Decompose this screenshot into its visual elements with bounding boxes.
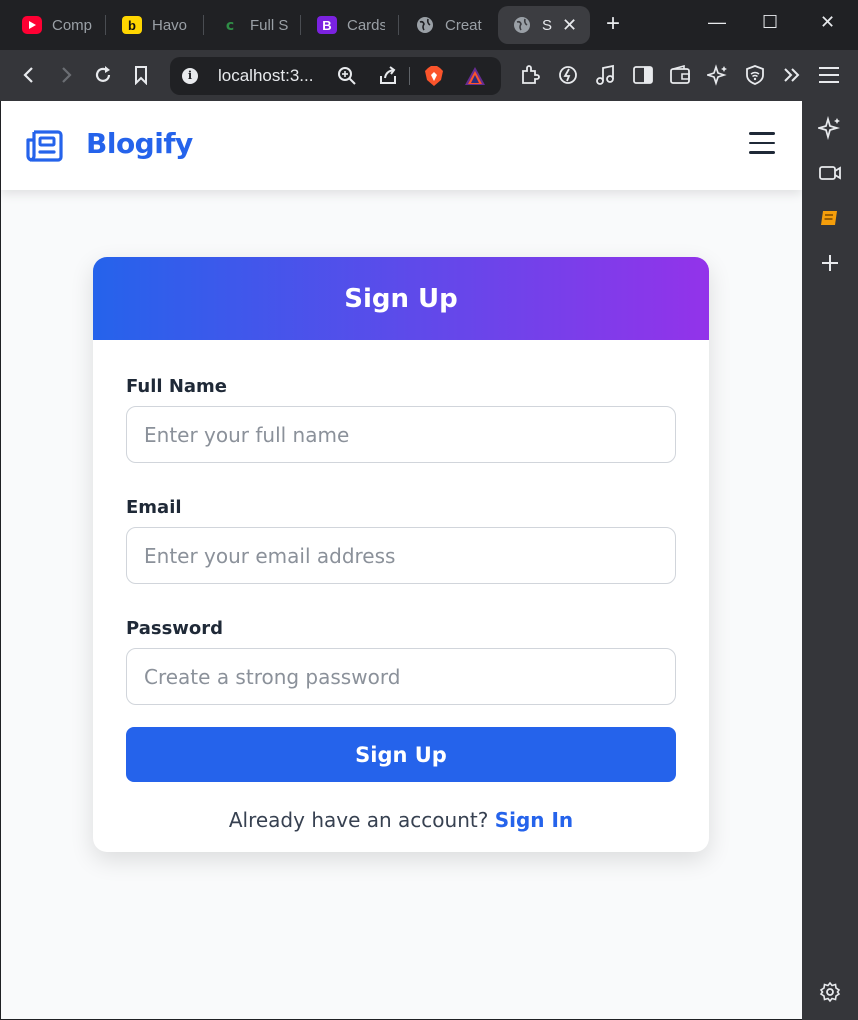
- geeksforgeeks-icon: 𝗰: [225, 16, 235, 33]
- music-icon[interactable]: [592, 62, 618, 88]
- bootstrap-icon: B: [317, 16, 337, 34]
- youtube-icon: [22, 16, 42, 34]
- signup-title: Sign Up: [344, 283, 458, 314]
- leo-icon[interactable]: [555, 62, 581, 88]
- add-panel-icon[interactable]: [817, 250, 843, 276]
- back-icon[interactable]: [16, 62, 42, 88]
- forward-icon[interactable]: [53, 62, 79, 88]
- browser-toolbar: i localhost:3...: [0, 50, 858, 101]
- brand-name[interactable]: Blogify: [86, 127, 193, 160]
- tab-separator: [203, 15, 204, 35]
- browser-tab-active[interactable]: S ✕: [498, 6, 590, 44]
- signup-card: Sign Up Full Name Email Password Sign Up…: [93, 257, 709, 852]
- omnibox-divider: [409, 67, 410, 85]
- ai-sparkle-icon[interactable]: [705, 62, 731, 88]
- browser-menu-icon[interactable]: [816, 62, 842, 88]
- page-viewport: Blogify Sign Up Full Name Email Password…: [1, 101, 802, 1019]
- close-icon[interactable]: ✕: [562, 15, 577, 36]
- tab-label: Havo: [152, 16, 188, 34]
- browser-tab[interactable]: b Havo: [122, 6, 194, 44]
- brave-shields-icon[interactable]: [421, 63, 447, 89]
- password-input[interactable]: [126, 648, 676, 705]
- tab-label: Cards: [347, 16, 385, 34]
- signup-submit-button[interactable]: Sign Up: [126, 727, 676, 782]
- settings-gear-icon[interactable]: [817, 979, 843, 1005]
- signin-prompt: Already have an account? Sign In: [126, 808, 676, 832]
- email-input[interactable]: [126, 527, 676, 584]
- browser-tab[interactable]: B Cards: [317, 6, 385, 44]
- full-name-input[interactable]: [126, 406, 676, 463]
- hamburger-menu-icon[interactable]: [749, 132, 775, 154]
- overflow-chevrons-icon[interactable]: [779, 62, 805, 88]
- password-label: Password: [126, 618, 224, 639]
- browser-side-panel: [802, 101, 858, 1020]
- signin-link[interactable]: Sign In: [495, 808, 573, 832]
- share-icon[interactable]: [375, 63, 401, 89]
- zoom-icon[interactable]: [334, 63, 360, 89]
- video-call-icon[interactable]: [817, 160, 843, 186]
- brave-rewards-icon[interactable]: [462, 63, 488, 89]
- browser-tab-strip: Comp b Havo 𝗰 Full S B Cards Creat S ✕ +…: [0, 0, 858, 50]
- new-tab-button[interactable]: +: [606, 12, 620, 36]
- full-name-label: Full Name: [126, 376, 227, 397]
- close-window-icon[interactable]: ✕: [820, 12, 835, 33]
- tab-label: Creat: [445, 16, 482, 34]
- browser-tab[interactable]: Creat: [415, 6, 483, 44]
- tab-label: Comp: [52, 16, 93, 34]
- maximize-icon[interactable]: ☐: [762, 12, 778, 33]
- reload-icon[interactable]: [90, 62, 116, 88]
- ai-sparkle-icon[interactable]: [817, 115, 843, 141]
- card-header: Sign Up: [93, 257, 709, 340]
- tab-label: Full S: [250, 16, 288, 34]
- wallet-icon[interactable]: [667, 62, 693, 88]
- extensions-icon[interactable]: [517, 62, 543, 88]
- vpn-shield-icon[interactable]: [742, 62, 768, 88]
- browser-tab[interactable]: Comp: [22, 6, 96, 44]
- globe-icon: [512, 16, 532, 34]
- url-text[interactable]: localhost:3...: [218, 66, 313, 86]
- site-navbar: Blogify: [1, 101, 802, 190]
- newspaper-icon[interactable]: [25, 128, 65, 164]
- tab-separator: [300, 15, 301, 35]
- reading-list-icon[interactable]: [817, 205, 843, 231]
- globe-icon: [415, 16, 435, 34]
- signup-form: Full Name Email Password Sign Up Already…: [93, 340, 709, 832]
- b-logo-icon: b: [122, 16, 142, 34]
- tab-separator: [105, 15, 106, 35]
- tab-separator: [398, 15, 399, 35]
- tab-label: S: [542, 16, 553, 34]
- email-label: Email: [126, 497, 182, 518]
- minimize-icon[interactable]: —: [708, 12, 726, 33]
- sidebar-toggle-icon[interactable]: [630, 62, 656, 88]
- address-bar[interactable]: i localhost:3...: [170, 57, 501, 95]
- bookmark-icon[interactable]: [128, 62, 154, 88]
- site-info-icon[interactable]: i: [182, 68, 198, 84]
- signin-prompt-text: Already have an account?: [228, 808, 495, 832]
- browser-tab[interactable]: 𝗰 Full S: [220, 6, 288, 44]
